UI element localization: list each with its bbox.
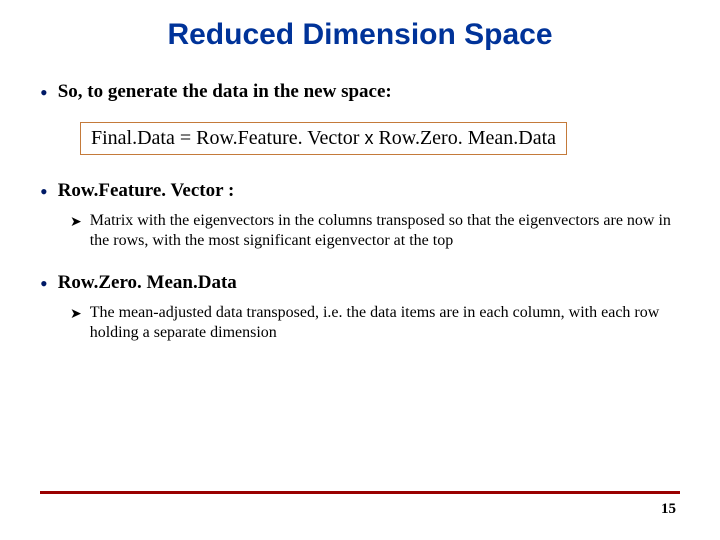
- bullet-dot-icon: •: [40, 273, 48, 295]
- bullet-2-sub-text: Matrix with the eigenvectors in the colu…: [90, 211, 680, 251]
- footer-divider: [40, 491, 680, 494]
- bullet-dot-icon: •: [40, 82, 48, 104]
- bullet-1-text: So, to generate the data in the new spac…: [58, 80, 392, 104]
- equation-box: Final.Data = Row.Feature. Vector x Row.Z…: [80, 122, 680, 155]
- slide: Reduced Dimension Space • So, to generat…: [0, 0, 720, 540]
- page-number: 15: [661, 501, 676, 518]
- equation-rhs1: Row.Feature. Vector: [196, 127, 359, 149]
- equation-lhs: Final.Data: [91, 127, 175, 149]
- sub-bullet-icon: ➤: [70, 213, 82, 230]
- equation: Final.Data = Row.Feature. Vector x Row.Z…: [80, 122, 567, 155]
- bullet-2-heading: Row.Feature. Vector :: [58, 179, 235, 203]
- equation-eq: =: [175, 127, 196, 149]
- sub-bullet-icon: ➤: [70, 305, 82, 322]
- bullet-1: • So, to generate the data in the new sp…: [40, 80, 680, 104]
- slide-title: Reduced Dimension Space: [40, 18, 680, 52]
- bullet-3-sub-text: The mean-adjusted data transposed, i.e. …: [90, 303, 680, 343]
- equation-rhs2: Row.Zero. Mean.Data: [378, 127, 556, 149]
- bullet-2: • Row.Feature. Vector :: [40, 179, 680, 203]
- bullet-3-heading: Row.Zero. Mean.Data: [58, 271, 237, 295]
- bullet-dot-icon: •: [40, 181, 48, 203]
- bullet-3: • Row.Zero. Mean.Data: [40, 271, 680, 295]
- bullet-3-sub: ➤ The mean-adjusted data transposed, i.e…: [70, 303, 680, 343]
- equation-x: x: [359, 128, 378, 148]
- bullet-2-sub: ➤ Matrix with the eigenvectors in the co…: [70, 211, 680, 251]
